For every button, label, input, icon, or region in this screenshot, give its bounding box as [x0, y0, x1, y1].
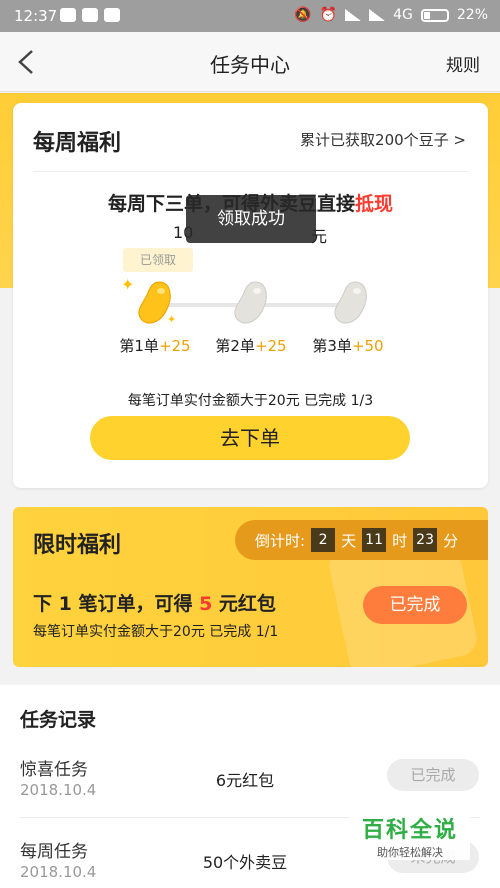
headline-highlight: 抵现: [355, 193, 394, 215]
weekly-progress-text: 每笔订单实付金额大于20元 已完成 1/3: [127, 393, 374, 409]
app-notification-icon: [82, 8, 98, 22]
watermark-logo: 百科全说 助你轻松解决: [350, 812, 470, 860]
alarm-icon: ⏰: [319, 7, 338, 23]
step-order: 第1单: [119, 337, 159, 355]
record-name: 惊喜任务: [20, 760, 88, 780]
record-reward: 6元红包: [215, 771, 275, 790]
mute-icon: 🔕: [294, 7, 312, 23]
limited-offer-text: 下 1 笔订单，可得 5 元红包: [33, 589, 276, 616]
place-order-button[interactable]: 去下单: [90, 416, 410, 460]
watermark-subtitle: 助你轻松解决: [377, 846, 443, 859]
limited-progress-text: 每笔订单实付金额大于20元 已完成 1/1: [33, 624, 279, 640]
step-bonus: +25: [158, 337, 191, 355]
offer-amount: 5: [199, 593, 213, 615]
countdown-timer: 倒计时: 2 天 11 时 23 分: [235, 520, 488, 560]
watermark-title: 百科全说: [361, 818, 458, 843]
bean-gold-icon: [138, 281, 171, 324]
minutes-unit: 分: [443, 531, 459, 550]
success-toast: 领取成功: [186, 195, 316, 243]
step-label: 第2单+25: [206, 335, 296, 356]
countdown-days: 2: [311, 528, 336, 552]
bean-grey-icon: [334, 281, 367, 324]
offer-text-end: 元红包: [212, 593, 276, 615]
step-bonus: +25: [254, 337, 287, 355]
record-name: 每周任务: [20, 842, 88, 862]
wechat-icon: [60, 8, 76, 22]
record-date: 2018.10.4: [20, 863, 97, 881]
status-time: 12:37: [14, 7, 58, 25]
nav-bar: 任务中心 规则: [0, 32, 500, 92]
limited-title: 限时福利: [33, 533, 122, 558]
claimed-tag: 已领取: [123, 248, 193, 272]
weekly-welfare-card: 每周福利 累计已获取200个豆子 > 每周下三单，可得外卖豆直接抵现 10 元 …: [13, 103, 488, 488]
limited-welfare-card: 限时福利 倒计时: 2 天 11 时 23 分 下 1 笔订单，可得 5 元红包…: [13, 507, 488, 667]
status-right: 🔕 ⏰ 4G 22%: [294, 7, 488, 23]
step-order: 第3单: [312, 337, 352, 355]
rules-link[interactable]: 规则: [446, 51, 480, 76]
hours-unit: 时: [392, 531, 408, 550]
record-reward: 50个外卖豆: [202, 853, 288, 872]
step-label: 第1单+25: [110, 335, 200, 356]
records-heading: 任务记录: [20, 709, 97, 731]
wechat-icon: [104, 8, 120, 22]
battery-level: 22%: [456, 7, 488, 23]
countdown-hours: 11: [362, 528, 387, 552]
page-title: 任务中心: [210, 53, 290, 77]
step-order: 第2单: [215, 337, 255, 355]
signal-icon: [369, 9, 386, 21]
days-unit: 天: [341, 531, 357, 550]
sparkle-icon: ✦: [121, 275, 135, 294]
step-label: 第3单+50: [303, 335, 393, 356]
divider: [33, 171, 468, 172]
accumulated-beans-link[interactable]: 累计已获取200个豆子 >: [300, 129, 466, 150]
status-bar: 12:37 🔕 ⏰ 4G 22%: [0, 0, 500, 32]
record-status-button[interactable]: 已完成: [387, 759, 479, 791]
completed-button[interactable]: 已完成: [363, 586, 467, 624]
network-type: 4G: [393, 7, 413, 23]
offer-text-start: 下 1 笔订单，可得: [33, 593, 200, 615]
step-bonus: +50: [351, 337, 384, 355]
record-date: 2018.10.4: [20, 781, 97, 799]
countdown-label: 倒计时:: [255, 531, 306, 550]
signal-icon: [345, 9, 362, 21]
countdown-minutes: 23: [413, 528, 438, 552]
battery-icon: [420, 8, 449, 22]
weekly-title: 每周福利: [33, 131, 122, 156]
bean-grey-icon: [234, 281, 267, 324]
